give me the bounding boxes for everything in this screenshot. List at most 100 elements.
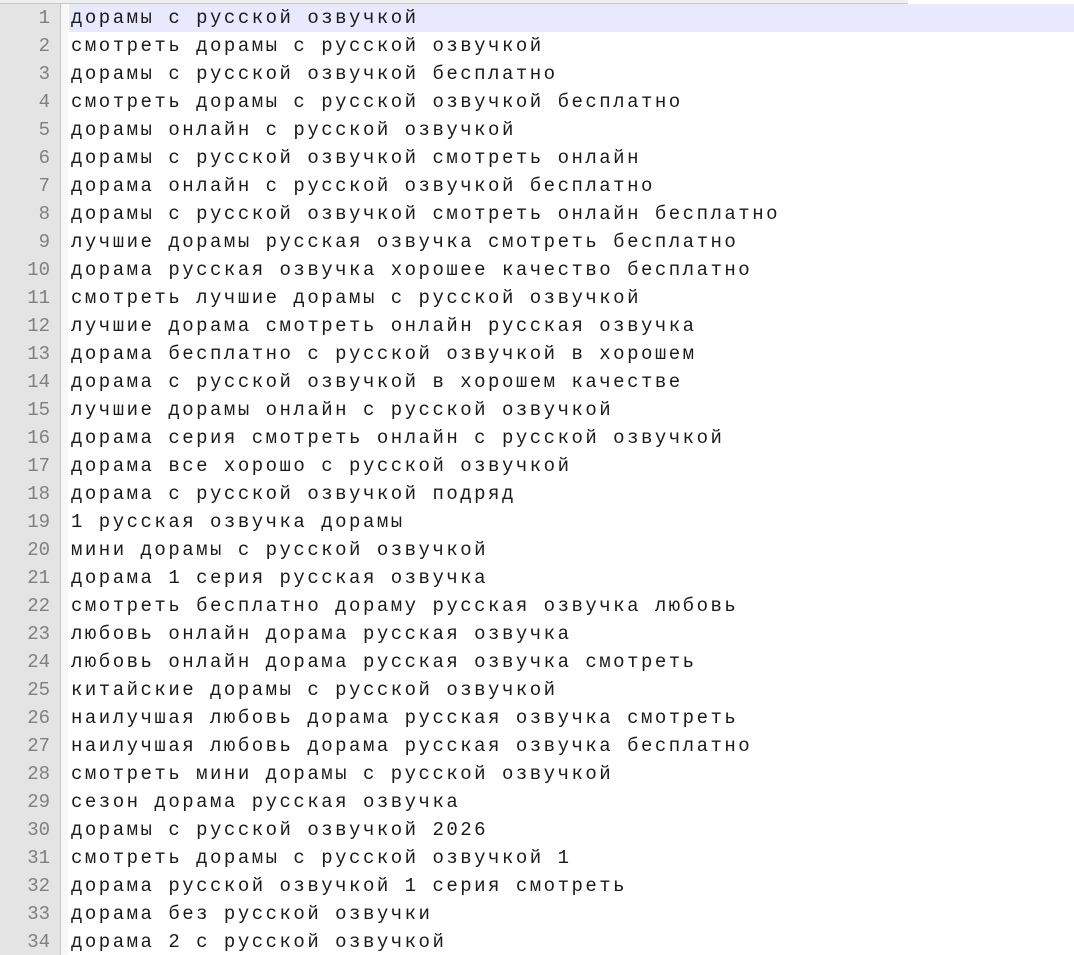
editor-line[interactable]: 11 смотреть лучшие дорамы с русской озвуч… bbox=[0, 284, 1074, 312]
editor-line[interactable]: 15 лучшие дорамы онлайн с русской озвучко… bbox=[0, 396, 1074, 424]
line-text[interactable]: дорамы с русской озвучкой смотреть онлай… bbox=[71, 200, 780, 228]
editor-line[interactable]: 26 наилучшая любовь дорама русская озвучк… bbox=[0, 704, 1074, 732]
editor-line[interactable]: 21 дорама 1 серия русская озвучка bbox=[0, 564, 1074, 592]
line-text[interactable]: смотреть дорамы с русской озвучкой 1 bbox=[71, 844, 571, 872]
editor-line[interactable]: 19 1 русская озвучка дорамы bbox=[0, 508, 1074, 536]
line-text-area[interactable]: наилучшая любовь дорама русская озвучка … bbox=[69, 732, 1074, 760]
line-text[interactable]: смотреть дорамы с русской озвучкой bbox=[71, 32, 544, 60]
line-text[interactable]: дорама без русской озвучки bbox=[71, 900, 432, 928]
line-text-area[interactable]: дорама 1 серия русская озвучка bbox=[69, 564, 1074, 592]
line-text[interactable]: 1 русская озвучка дорамы bbox=[71, 508, 405, 536]
line-text-area[interactable]: смотреть бесплатно дораму русская озвучк… bbox=[69, 592, 1074, 620]
line-text-area[interactable]: 1 русская озвучка дорамы bbox=[69, 508, 1074, 536]
line-text[interactable]: дорама все хорошо с русской озвучкой bbox=[71, 452, 571, 480]
line-text-area[interactable]: лучшие дорамы онлайн с русской озвучкой bbox=[69, 396, 1074, 424]
line-text[interactable]: смотреть мини дорамы с русской озвучкой bbox=[71, 760, 613, 788]
editor-line[interactable]: 24 любовь онлайн дорама русская озвучка с… bbox=[0, 648, 1074, 676]
line-text[interactable]: дорама русская озвучка хорошее качество … bbox=[71, 256, 752, 284]
line-text[interactable]: китайские дорамы с русской озвучкой bbox=[71, 676, 558, 704]
line-text[interactable]: дорама с русской озвучкой подряд bbox=[71, 480, 516, 508]
editor-line[interactable]: 5 дорамы онлайн с русской озвучкой bbox=[0, 116, 1074, 144]
editor-line[interactable]: 18 дорама с русской озвучкой подряд bbox=[0, 480, 1074, 508]
line-text-area[interactable]: любовь онлайн дорама русская озвучка bbox=[69, 620, 1074, 648]
line-text-area[interactable]: смотреть дорамы с русской озвучкой 1 bbox=[69, 844, 1074, 872]
line-text[interactable]: дорама серия смотреть онлайн с русской о… bbox=[71, 424, 724, 452]
editor-line[interactable]: 22 смотреть бесплатно дораму русская озву… bbox=[0, 592, 1074, 620]
line-text[interactable]: дорамы с русской озвучкой 2026 bbox=[71, 816, 488, 844]
editor-line[interactable]: 4 смотреть дорамы с русской озвучкой бесп… bbox=[0, 88, 1074, 116]
line-text[interactable]: дорамы онлайн с русской озвучкой bbox=[71, 116, 516, 144]
line-text[interactable]: мини дорамы с русской озвучкой bbox=[71, 536, 488, 564]
line-text[interactable]: наилучшая любовь дорама русская озвучка … bbox=[71, 704, 738, 732]
line-text[interactable]: смотреть лучшие дорамы с русской озвучко… bbox=[71, 284, 641, 312]
editor-line[interactable]: 17 дорама все хорошо с русской озвучкой bbox=[0, 452, 1074, 480]
editor-line[interactable]: 29 сезон дорама русская озвучка bbox=[0, 788, 1074, 816]
editor-line[interactable]: 23 любовь онлайн дорама русская озвучка bbox=[0, 620, 1074, 648]
line-text-area[interactable]: лучшие дорама смотреть онлайн русская оз… bbox=[69, 312, 1074, 340]
line-text-area[interactable]: дорамы с русской озвучкой смотреть онлай… bbox=[69, 200, 1074, 228]
editor-line[interactable]: 9 лучшие дорамы русская озвучка смотреть … bbox=[0, 228, 1074, 256]
line-text-area[interactable]: дорамы с русской озвучкой смотреть онлай… bbox=[69, 144, 1074, 172]
line-text-area[interactable]: дорама онлайн с русской озвучкой бесплат… bbox=[69, 172, 1074, 200]
editor-line[interactable]: 33 дорама без русской озвучки bbox=[0, 900, 1074, 928]
editor-lines[interactable]: 1 дорамы с русской озвучкой 2 смотреть дора… bbox=[0, 4, 1074, 955]
line-text-area[interactable]: дорама русской озвучкой 1 серия смотреть bbox=[69, 872, 1074, 900]
line-text[interactable]: смотреть бесплатно дораму русская озвучк… bbox=[71, 592, 738, 620]
text-editor[interactable]: 1 дорамы с русской озвучкой 2 смотреть дора… bbox=[0, 0, 1074, 955]
line-text-area[interactable]: лучшие дорамы русская озвучка смотреть б… bbox=[69, 228, 1074, 256]
line-text[interactable]: сезон дорама русская озвучка bbox=[71, 788, 460, 816]
line-text-area[interactable]: дорама все хорошо с русской озвучкой bbox=[69, 452, 1074, 480]
line-text[interactable]: дорама русской озвучкой 1 серия смотреть bbox=[71, 872, 627, 900]
editor-line[interactable]: 34 дорама 2 с русской озвучкой bbox=[0, 928, 1074, 955]
line-text[interactable]: дорамы с русской озвучкой bbox=[71, 4, 419, 32]
line-text[interactable]: дорама 2 с русской озвучкой bbox=[71, 928, 446, 955]
line-text-area[interactable]: дорама серия смотреть онлайн с русской о… bbox=[69, 424, 1074, 452]
line-text-area[interactable]: китайские дорамы с русской озвучкой bbox=[69, 676, 1074, 704]
line-text-area[interactable]: мини дорамы с русской озвучкой bbox=[69, 536, 1074, 564]
editor-line[interactable]: 7 дорама онлайн с русской озвучкой беспла… bbox=[0, 172, 1074, 200]
line-text[interactable]: дорамы с русской озвучкой бесплатно bbox=[71, 60, 558, 88]
line-text[interactable]: любовь онлайн дорама русская озвучка bbox=[71, 620, 571, 648]
line-text-area[interactable]: дорама без русской озвучки bbox=[69, 900, 1074, 928]
line-text-area[interactable]: дорама с русской озвучкой подряд bbox=[69, 480, 1074, 508]
editor-line[interactable]: 13 дорама бесплатно с русской озвучкой в … bbox=[0, 340, 1074, 368]
editor-line[interactable]: 16 дорама серия смотреть онлайн с русской… bbox=[0, 424, 1074, 452]
line-text-area[interactable]: смотреть лучшие дорамы с русской озвучко… bbox=[69, 284, 1074, 312]
line-text[interactable]: лучшие дорамы онлайн с русской озвучкой bbox=[71, 396, 613, 424]
line-text-area[interactable]: дорамы с русской озвучкой бесплатно bbox=[69, 60, 1074, 88]
line-text[interactable]: дорамы с русской озвучкой смотреть онлай… bbox=[71, 144, 641, 172]
editor-line[interactable]: 28 смотреть мини дорамы с русской озвучко… bbox=[0, 760, 1074, 788]
editor-line[interactable]: 1 дорамы с русской озвучкой bbox=[0, 4, 1074, 32]
editor-line[interactable]: 10 дорама русская озвучка хорошее качеств… bbox=[0, 256, 1074, 284]
line-text-area[interactable]: дорама русская озвучка хорошее качество … bbox=[69, 256, 1074, 284]
line-text-area[interactable]: дорамы с русской озвучкой 2026 bbox=[69, 816, 1074, 844]
editor-line[interactable]: 12 лучшие дорама смотреть онлайн русская … bbox=[0, 312, 1074, 340]
line-text[interactable]: смотреть дорамы с русской озвучкой беспл… bbox=[71, 88, 683, 116]
editor-line[interactable]: 3 дорамы с русской озвучкой бесплатно bbox=[0, 60, 1074, 88]
line-text[interactable]: дорама онлайн с русской озвучкой бесплат… bbox=[71, 172, 655, 200]
line-text[interactable]: дорама бесплатно с русской озвучкой в хо… bbox=[71, 340, 697, 368]
line-text-area[interactable]: дорама с русской озвучкой в хорошем каче… bbox=[69, 368, 1074, 396]
editor-line[interactable]: 30 дорамы с русской озвучкой 2026 bbox=[0, 816, 1074, 844]
line-text[interactable]: лучшие дорама смотреть онлайн русская оз… bbox=[71, 312, 697, 340]
line-text-area[interactable]: смотреть дорамы с русской озвучкой bbox=[69, 32, 1074, 60]
line-text-area[interactable]: дорамы с русской озвучкой bbox=[69, 4, 1074, 32]
editor-line[interactable]: 27 наилучшая любовь дорама русская озвучк… bbox=[0, 732, 1074, 760]
line-text-area[interactable]: дорамы онлайн с русской озвучкой bbox=[69, 116, 1074, 144]
line-text-area[interactable]: наилучшая любовь дорама русская озвучка … bbox=[69, 704, 1074, 732]
editor-line[interactable]: 2 смотреть дорамы с русской озвучкой bbox=[0, 32, 1074, 60]
line-text[interactable]: лучшие дорамы русская озвучка смотреть б… bbox=[71, 228, 738, 256]
line-text[interactable]: дорама 1 серия русская озвучка bbox=[71, 564, 488, 592]
editor-line[interactable]: 6 дорамы с русской озвучкой смотреть онла… bbox=[0, 144, 1074, 172]
editor-line[interactable]: 32 дорама русской озвучкой 1 серия смотре… bbox=[0, 872, 1074, 900]
line-text[interactable]: наилучшая любовь дорама русская озвучка … bbox=[71, 732, 752, 760]
line-text[interactable]: любовь онлайн дорама русская озвучка смо… bbox=[71, 648, 697, 676]
line-text-area[interactable]: дорама 2 с русской озвучкой bbox=[69, 928, 1074, 955]
line-text-area[interactable]: смотреть дорамы с русской озвучкой беспл… bbox=[69, 88, 1074, 116]
editor-line[interactable]: 14 дорама с русской озвучкой в хорошем ка… bbox=[0, 368, 1074, 396]
line-text-area[interactable]: сезон дорама русская озвучка bbox=[69, 788, 1074, 816]
horizontal-scrollbar-edge[interactable] bbox=[0, 0, 908, 4]
line-text-area[interactable]: смотреть мини дорамы с русской озвучкой bbox=[69, 760, 1074, 788]
line-text-area[interactable]: любовь онлайн дорама русская озвучка смо… bbox=[69, 648, 1074, 676]
editor-line[interactable]: 20 мини дорамы с русской озвучкой bbox=[0, 536, 1074, 564]
